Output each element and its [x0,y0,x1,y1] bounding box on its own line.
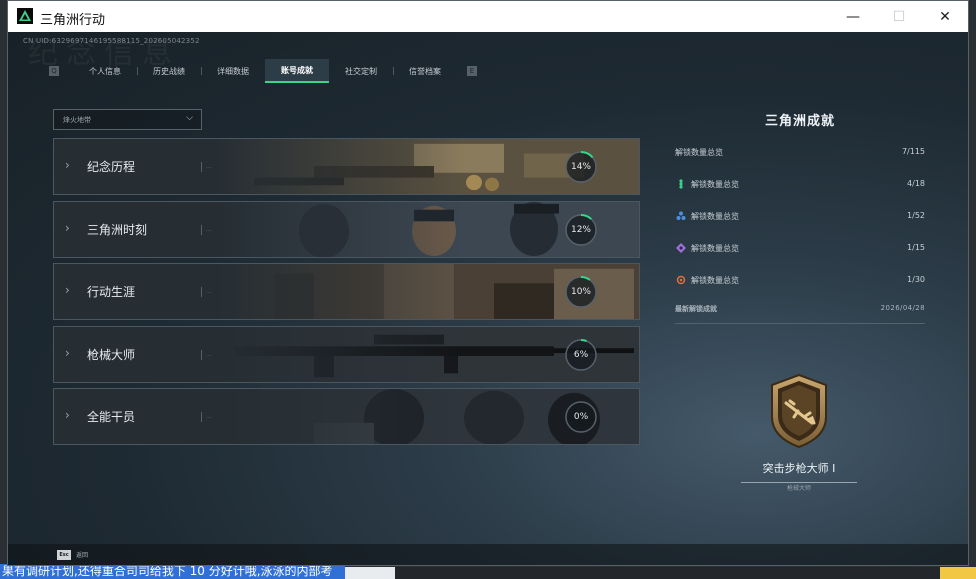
progress-percent: 14% [570,162,591,172]
badge-category: 枪械大师 [786,485,811,492]
category-card[interactable]: › 三角洲时刻... 12% [53,200,640,258]
recent-unlock-label: 最新解锁成就 [675,305,717,313]
divider [201,162,202,172]
maximize-button[interactable]: ☐ [876,1,922,32]
tier-unlock-label: 解锁数量总览 [691,180,739,189]
tab-prev-key[interactable]: Q [49,66,59,76]
category-subtitle: ... [206,350,212,358]
tier-unlock-row: 解锁数量总览 4/18 [675,179,925,211]
category-card[interactable]: › 行动生涯... 10% [53,263,640,320]
card-shade [54,326,639,382]
tier-unlock-value: 1/30 [907,275,925,284]
tab-2[interactable]: 详细数据 [201,59,265,83]
desktop-taskbar-area [395,567,976,579]
main-content: 纪念信息 CN UID:6329697146195588115_20260504… [8,32,968,565]
category-subtitle: ... [206,288,212,295]
chevron-down-icon: ⌵ [186,113,193,123]
category-card[interactable]: › 全能干员... 0% [53,388,640,445]
recent-unlock-header: 最新解锁成就 2026/04/28 [675,304,925,324]
blue-cluster-icon [676,211,686,220]
progress-percent: 6% [573,349,589,360]
category-subtitle: ... [206,163,212,170]
panel-title: 三角洲成就 [764,114,835,129]
progress-ring: 12% [563,212,599,248]
category-name: 纪念历程 [87,160,136,174]
category-card[interactable]: › 纪念历程... 14% [53,138,640,195]
esc-key[interactable]: Esc [57,550,71,560]
tier-unlock-value: 1/52 [907,211,925,220]
desktop-text: 果有调研计划,还得重合司司给我下 10 分好计哦,泳泳的内部考 [0,564,345,579]
category-subtitle: ... [206,413,212,420]
tier-unlock-label: 解锁数量总览 [691,276,739,285]
tab-3[interactable]: 账号成就 [265,59,329,83]
tier-list: 解锁数量总览 4/18 解锁数量总览 1/52 解锁数量总览 1/15 解锁数量总览 1/30 [675,179,925,307]
rifle-badge-icon[interactable] [768,373,830,449]
card-shade [54,389,639,444]
progress-ring: 14% [563,149,599,185]
divider [201,349,202,360]
back-label[interactable]: 返回 [76,550,88,559]
progress-ring: 0% [563,399,599,435]
divider [201,412,202,422]
tab-next-key[interactable]: E [467,66,477,76]
chevron-right-icon: › [65,283,70,297]
chevron-right-icon: › [65,158,70,172]
tab-bar: Q 个人信息 历史战绩 详细数据 账号成就 社交定制 信誉档案 E [49,59,477,83]
card-shade [54,139,639,194]
progress-percent: 12% [570,224,591,235]
total-unlock-row: 解锁数量总览 7/115 [675,147,925,179]
tier-unlock-label: 解锁数量总览 [691,244,739,253]
progress-percent: 0% [573,412,589,422]
desktop-window-edge [940,567,976,579]
app-window: 三角洲行动 — ☐ ✕ 纪念信息 CN UID:6329697146195588… [7,0,969,566]
tier-unlock-value: 4/18 [907,179,925,188]
total-unlock-label: 解锁数量总览 [675,148,723,157]
category-name: 全能干员 [87,410,136,424]
badge-name: 突击步枪大师 I [741,460,857,483]
tabs: 个人信息 历史战绩 详细数据 账号成就 社交定制 信誉档案 [73,59,457,83]
category-card[interactable]: › 枪械大师... 6% [53,325,640,383]
app-logo-icon [17,8,33,24]
chevron-right-icon: › [65,220,70,235]
green-dots-icon [679,179,683,189]
tab-4[interactable]: 社交定制 [329,59,393,83]
orange-crosshair-icon [676,275,686,285]
window-title: 三角洲行动 [40,13,106,28]
purple-diamond-icon [676,243,686,253]
achievement-category-list: › 纪念历程... 14% › 三角洲时刻... 12% › 行动生涯... 10% › 枪械大师.… [53,138,640,451]
title-bar[interactable]: 三角洲行动 — ☐ ✕ [8,1,968,32]
minimize-button[interactable]: — [830,1,876,32]
tab-5[interactable]: 信誉档案 [393,59,457,83]
footer-bar: Esc 返回 [8,544,968,565]
category-name: 三角洲时刻 [87,222,148,237]
card-shade [54,264,639,319]
progress-ring: 6% [563,337,599,373]
uid-text: CN UID:6329697146195588115_202605042352 [23,37,200,45]
tier-unlock-row: 解锁数量总览 1/15 [675,243,925,275]
tier-unlock-row: 解锁数量总览 1/30 [675,275,925,307]
tab-0[interactable]: 个人信息 [73,59,137,83]
divider [201,287,202,297]
category-name: 枪械大师 [87,347,136,362]
tier-unlock-value: 1/15 [907,243,925,252]
divider [201,224,202,235]
tier-unlock-label: 解锁数量总览 [691,212,739,221]
tier-unlock-row: 解锁数量总览 1/52 [675,211,925,243]
mode-filter-dropdown[interactable]: 烽火地带 ⌵ [53,109,202,130]
category-subtitle: ... [206,225,212,233]
category-name: 行动生涯 [87,285,136,299]
close-button[interactable]: ✕ [922,1,968,32]
chevron-right-icon: › [65,345,70,360]
tab-1[interactable]: 历史战绩 [137,59,201,83]
progress-percent: 10% [570,287,591,297]
mode-filter-value: 烽火地带 [63,115,91,124]
summary-panel: 三角洲成就 解锁数量总览 7/115 解锁数量总览 4/18 解锁数量总览 1/52 解… [675,110,925,324]
chevron-right-icon: › [65,408,70,422]
recent-unlock-date: 2026/04/28 [880,304,925,312]
total-unlock-value: 7/115 [901,147,925,156]
progress-ring: 10% [563,274,599,310]
